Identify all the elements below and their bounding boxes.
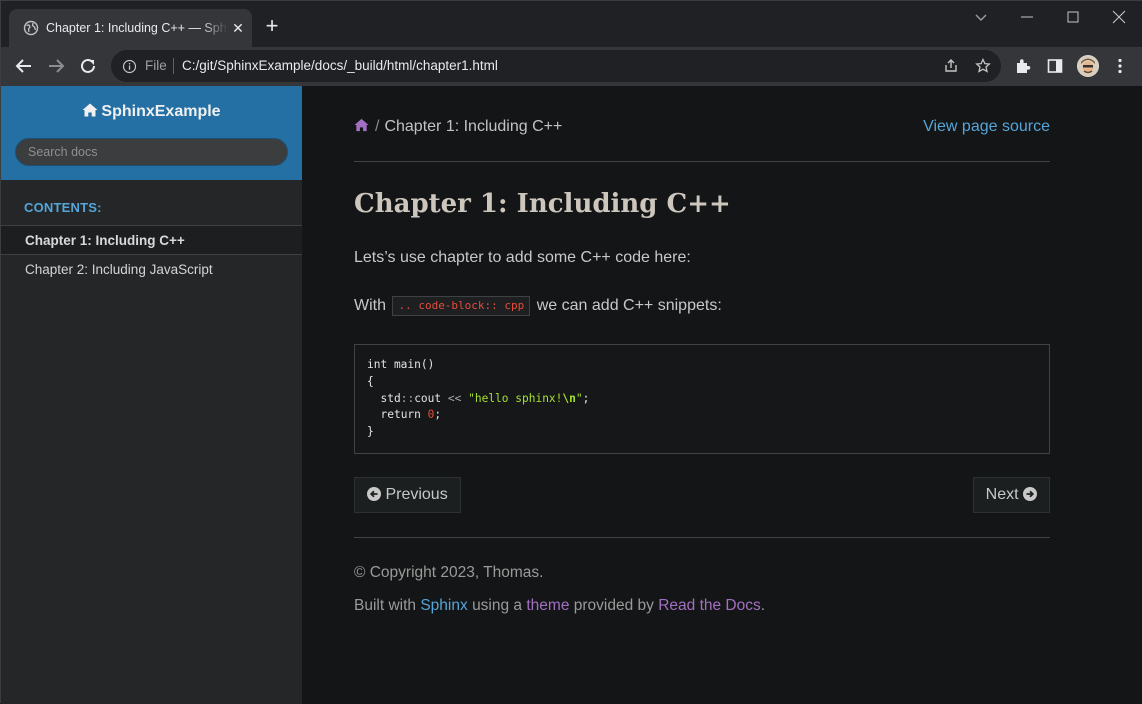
code-listing: int main() { std::cout << "hello sphinx!… [367,357,1037,441]
sidebar-item-chapter2[interactable]: Chapter 2: Including JavaScript [1,255,302,285]
header-divider [354,161,1050,162]
bookmark-star-icon[interactable] [975,58,991,74]
code-operator: << [447,391,462,405]
home-icon [82,103,98,117]
sidebar: SphinxExample CONTENTS: Chapter 1: Inclu… [1,86,302,704]
browser-toolbar: File C:/git/SphinxExample/docs/_build/ht… [1,47,1142,86]
previous-label: Previous [385,486,448,503]
intro-paragraph: Lets’s use chapter to add some C++ code … [354,249,691,266]
footer-period: . [760,597,766,614]
circle-arrow-left-icon [367,487,381,501]
breadcrumb-home-icon[interactable] [354,118,369,132]
tab-strip: Chapter 1: Including C++ — SphinxExample… [1,1,1142,47]
code-token: cout [414,391,448,405]
view-page-source-link[interactable]: View page source [923,117,1050,137]
extensions-puzzle-icon[interactable] [1014,57,1032,75]
using-a-text: using a [472,597,523,614]
file-label: File [145,58,167,73]
code-line-5: } [367,425,374,439]
sidebar-header: SphinxExample [1,86,302,180]
close-tab-icon[interactable]: ✕ [230,20,246,36]
share-icon[interactable] [943,58,959,74]
code-semicolon: ; [582,391,590,405]
address-bar[interactable]: File C:/git/SphinxExample/docs/_build/ht… [111,50,1001,82]
circle-arrow-right-icon [1023,487,1037,501]
side-panel-icon[interactable] [1046,57,1064,75]
next-button[interactable]: Next [972,477,1050,513]
profile-face-icon [1077,55,1099,77]
contents-caption: CONTENTS: [24,200,102,215]
read-the-docs-link[interactable]: Read the Docs [658,597,761,614]
sphinx-link[interactable]: Sphinx [420,597,467,614]
code-token: std [380,391,401,405]
code-line-2: { [367,374,374,388]
browser-window: Chapter 1: Including C++ — SphinxExample… [0,0,1142,704]
tab-title: Chapter 1: Including C++ — SphinxExample [46,19,228,37]
breadcrumb-current: Chapter 1: Including C++ [384,118,563,135]
globe-icon [23,20,39,36]
search-docs-input[interactable] [15,138,288,166]
next-label: Next [985,486,1019,503]
theme-link[interactable]: theme [526,597,569,614]
para-text-before: With [354,297,386,314]
maximize-icon[interactable] [1063,7,1083,27]
browser-tab-active[interactable]: Chapter 1: Including C++ — SphinxExample… [9,9,252,47]
code-operator: :: [400,391,415,405]
main-content: / Chapter 1: Including C++ View page sour… [354,86,1050,704]
copyright-text: © Copyright 2023, Thomas. [354,564,544,581]
forward-arrow-icon[interactable] [45,55,67,77]
built-with-text: Built with [354,597,417,614]
minimize-icon[interactable] [1017,7,1037,27]
footer-divider [354,537,1050,538]
code-string: "hello sphinx! [468,391,563,405]
address-divider [173,58,174,74]
inline-code-literal: .. code-block:: cpp [392,296,531,316]
back-arrow-icon[interactable] [13,55,35,77]
breadcrumb-separator: / [375,118,380,135]
code-semicolon: ; [434,408,442,422]
page-title: Chapter 1: Including C++ [354,189,731,219]
provided-by-text: provided by [573,597,654,614]
code-string-end: " [575,391,583,405]
new-tab-button[interactable]: + [261,15,283,37]
previous-button[interactable]: Previous [354,477,461,513]
built-with-line: Built with Sphinx using a theme provided… [354,596,765,616]
code-block: int main() { std::cout << "hello sphinx!… [354,344,1050,454]
reload-icon[interactable] [77,55,99,77]
tab-search-icon[interactable] [971,7,991,27]
close-window-icon[interactable] [1109,7,1129,27]
code-block-paragraph: With .. code-block:: cpp we can add C++ … [354,294,722,318]
project-home-link[interactable]: SphinxExample [1,102,302,122]
breadcrumb: / Chapter 1: Including C++ [354,117,562,137]
menu-kebab-icon[interactable] [1111,57,1129,75]
url-text[interactable]: C:/git/SphinxExample/docs/_build/html/ch… [182,57,498,75]
profile-avatar[interactable] [1077,55,1099,77]
page-viewport: SphinxExample CONTENTS: Chapter 1: Inclu… [1,86,1142,704]
code-escape: \n [562,391,576,405]
info-icon[interactable] [122,59,137,74]
para-text-after: we can add C++ snippets: [536,297,722,314]
code-keyword: return [380,408,428,422]
project-name: SphinxExample [101,103,221,120]
sidebar-item-chapter1[interactable]: Chapter 1: Including C++ [1,225,302,255]
code-line-1: int main() [367,358,435,371]
